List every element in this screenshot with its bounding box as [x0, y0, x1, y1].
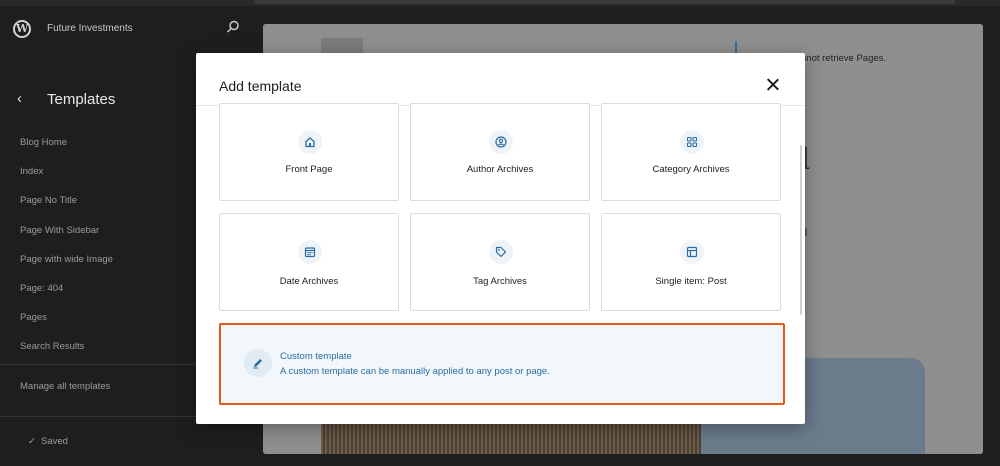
- calendar-icon: [298, 240, 322, 264]
- custom-template-option[interactable]: Custom template A custom template can be…: [219, 323, 785, 405]
- pencil-icon: [244, 349, 272, 377]
- modal-scrollbar[interactable]: [800, 145, 802, 315]
- template-card-date-archives[interactable]: Date Archives: [219, 213, 399, 311]
- top-strip-segment: [255, 0, 955, 4]
- template-card-tag-archives[interactable]: Tag Archives: [410, 213, 590, 311]
- add-template-modal: Add template Front Page Author Archives …: [196, 53, 805, 424]
- saved-status: ✓ Saved: [28, 436, 68, 447]
- template-card-front-page[interactable]: Front Page: [219, 103, 399, 201]
- template-card-category-archives[interactable]: Category Archives: [601, 103, 781, 201]
- wordpress-logo-icon[interactable]: [13, 20, 31, 38]
- template-card-author-archives[interactable]: Author Archives: [410, 103, 590, 201]
- search-icon[interactable]: [226, 20, 240, 34]
- canvas-image-building: [321, 422, 701, 454]
- tag-icon: [489, 240, 513, 264]
- canvas-error-text: nnot retrieve Pages.: [801, 53, 887, 64]
- card-label: Author Archives: [466, 164, 534, 175]
- close-icon[interactable]: [765, 77, 781, 93]
- site-name[interactable]: Future Investments: [47, 23, 133, 34]
- home-icon: [298, 130, 322, 154]
- sidebar-item-blog-home[interactable]: Blog Home: [20, 136, 113, 165]
- check-icon: ✓: [28, 436, 36, 447]
- card-label: Category Archives: [652, 164, 730, 175]
- sidebar-item-pages[interactable]: Pages: [20, 311, 113, 340]
- sidebar-item-page-404[interactable]: Page: 404: [20, 282, 113, 311]
- card-label: Front Page: [285, 164, 333, 175]
- card-label: Date Archives: [279, 276, 339, 287]
- manage-all-templates-link[interactable]: Manage all templates: [20, 381, 110, 392]
- sidebar-item-index[interactable]: Index: [20, 165, 113, 194]
- custom-template-description: A custom template can be manually applie…: [280, 366, 550, 377]
- card-label: Tag Archives: [473, 276, 527, 287]
- custom-template-title: Custom template: [280, 351, 352, 362]
- sidebar-item-page-with-sidebar[interactable]: Page With Sidebar: [20, 224, 113, 253]
- sidebar-item-search-results[interactable]: Search Results: [20, 340, 113, 369]
- card-label: Single item: Post: [655, 276, 727, 287]
- template-card-single-item-post[interactable]: Single item: Post: [601, 213, 781, 311]
- category-icon: [680, 130, 704, 154]
- sidebar-item-page-no-title[interactable]: Page No Title: [20, 194, 113, 223]
- saved-label: Saved: [40, 436, 68, 447]
- sidebar-item-page-with-wide-image[interactable]: Page with wide Image: [20, 253, 113, 282]
- back-chevron-icon[interactable]: ‹: [17, 90, 22, 107]
- template-list: Blog Home Index Page No Title Page With …: [20, 136, 113, 370]
- author-icon: [489, 130, 513, 154]
- sidebar-title: Templates: [47, 91, 116, 108]
- modal-title: Add template: [219, 78, 302, 94]
- layout-icon: [680, 240, 704, 264]
